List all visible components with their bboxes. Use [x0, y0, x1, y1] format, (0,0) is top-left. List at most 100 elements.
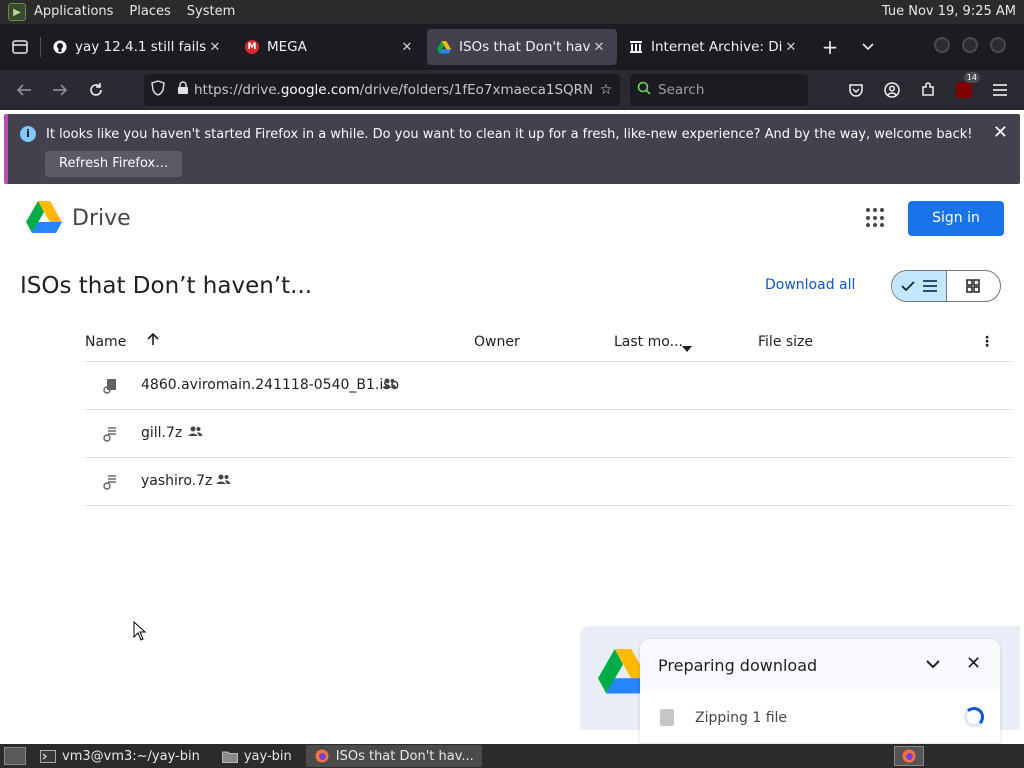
- column-header-name[interactable]: Name: [85, 334, 126, 350]
- list-all-tabs-button[interactable]: [849, 40, 887, 54]
- google-drive-logo-icon[interactable]: [26, 201, 62, 234]
- table-row[interactable]: 4860.aviromain.241118-0540_B1.iso: [85, 362, 1012, 410]
- tab-mega[interactable]: M MEGA ✕: [235, 29, 425, 65]
- file-name[interactable]: gill.7z: [141, 425, 182, 441]
- extension-badge: 14: [963, 72, 980, 83]
- url-path: /drive/folders/1fEo7xmaeca1SQRN9: [359, 82, 592, 98]
- lock-icon[interactable]: [172, 81, 194, 99]
- tab-github[interactable]: yay 12.4.1 still fails wit ✕: [43, 29, 233, 65]
- checkmark-icon: [901, 281, 915, 291]
- places-menu[interactable]: Places: [121, 0, 178, 24]
- hamburger-menu-icon[interactable]: [986, 76, 1014, 104]
- applications-menu-icon[interactable]: ▶: [8, 3, 26, 21]
- info-icon: i: [20, 126, 36, 142]
- folder-title: ISOs that Don’t haven’t...: [20, 273, 313, 299]
- ublock-origin-icon[interactable]: 14: [950, 72, 980, 104]
- search-bar[interactable]: Search: [630, 74, 808, 106]
- bookmark-star-icon[interactable]: ☆: [592, 82, 620, 98]
- minimize-window-button[interactable]: [934, 37, 950, 53]
- taskbar-item-label: ISOs that Don't hav...: [335, 748, 474, 764]
- grid-view-button[interactable]: [947, 271, 1001, 301]
- close-tab-icon[interactable]: ✕: [783, 40, 799, 55]
- sign-in-button[interactable]: Sign in: [908, 201, 1004, 236]
- show-desktop-icon[interactable]: [4, 747, 26, 765]
- close-tab-icon[interactable]: ✕: [591, 40, 607, 55]
- applications-menu[interactable]: Applications: [26, 0, 121, 24]
- reload-button[interactable]: [78, 74, 114, 106]
- notification-message: It looks like you haven't started Firefo…: [46, 127, 973, 142]
- tab-title: Internet Archive: Digit: [651, 39, 783, 55]
- window-controls: [934, 37, 1006, 53]
- tab-separator: [40, 37, 41, 57]
- taskbar-item-label: yay-bin: [243, 748, 292, 764]
- back-button[interactable]: [6, 74, 42, 106]
- shared-people-icon: [187, 425, 203, 441]
- download-item: Zipping 1 file: [640, 691, 1000, 743]
- close-window-button[interactable]: [990, 37, 1006, 53]
- tab-google-drive[interactable]: ISOs that Don't haven ✕: [427, 29, 617, 65]
- taskbar-item-firefox[interactable]: ISOs that Don't hav...: [305, 745, 482, 767]
- tab-internet-archive[interactable]: Internet Archive: Digit ✕: [619, 29, 809, 65]
- arrow-left-icon: [16, 84, 31, 96]
- search-placeholder: Search: [658, 82, 705, 98]
- file-list-table: Name Owner Last mo... File size ⋮ 4860.a…: [85, 326, 1012, 506]
- more-options-vertical-icon[interactable]: ⋮: [980, 334, 994, 350]
- file-name[interactable]: 4860.aviromain.241118-0540_B1.iso: [141, 377, 399, 393]
- list-view-button[interactable]: [892, 271, 947, 301]
- view-toggle: [891, 270, 1001, 302]
- caret-down-icon[interactable]: [682, 340, 692, 356]
- account-icon[interactable]: [878, 76, 906, 104]
- close-notification-icon[interactable]: ✕: [993, 122, 1008, 143]
- sort-arrow-up-icon[interactable]: [146, 332, 160, 350]
- github-icon: [53, 40, 67, 54]
- toolbar-right: 14: [842, 72, 1014, 106]
- collapse-panel-chevron-icon[interactable]: [926, 655, 940, 673]
- mega-icon: M: [245, 40, 259, 54]
- close-panel-icon[interactable]: ✕: [966, 653, 981, 674]
- tab-overview-button[interactable]: [0, 24, 40, 70]
- internet-archive-icon: [629, 40, 643, 54]
- file-name[interactable]: yashiro.7z: [141, 473, 212, 489]
- shared-people-icon: [381, 377, 397, 393]
- maximize-window-button[interactable]: [962, 37, 978, 53]
- refresh-firefox-notification: i It looks like you haven't started Fire…: [4, 114, 1020, 184]
- refresh-firefox-button[interactable]: Refresh Firefox…: [45, 151, 183, 177]
- column-header-file-size: File size: [758, 334, 814, 350]
- pocket-icon[interactable]: [842, 76, 870, 104]
- system-menu[interactable]: System: [179, 0, 243, 24]
- firefox-icon: [902, 749, 916, 763]
- taskbar-item-file-manager[interactable]: yay-bin: [214, 745, 300, 767]
- extensions-puzzle-icon[interactable]: [914, 76, 942, 104]
- table-row[interactable]: yashiro.7z: [85, 458, 1012, 506]
- list-icon: [922, 280, 937, 292]
- google-drive-icon: [437, 40, 451, 54]
- grid-icon: [966, 279, 980, 293]
- browser-tab-strip: yay 12.4.1 still fails wit ✕ M MEGA ✕ IS…: [0, 24, 1024, 70]
- google-apps-icon[interactable]: [866, 208, 886, 228]
- table-row[interactable]: gill.7z: [85, 410, 1012, 458]
- url-domain: google.com: [280, 82, 360, 98]
- forward-button[interactable]: [42, 74, 78, 106]
- reload-icon: [90, 83, 102, 96]
- tracking-protection-shield-icon[interactable]: [144, 80, 172, 100]
- tab-title: MEGA: [267, 39, 307, 55]
- search-engine-icon[interactable]: [630, 81, 658, 99]
- tab-overview-icon: [12, 40, 28, 54]
- address-bar[interactable]: https://drive.google.com/drive/folders/1…: [144, 74, 620, 106]
- taskbar-item-terminal[interactable]: vm3@vm3:~/yay-bin: [32, 745, 208, 767]
- new-tab-button[interactable]: +: [811, 35, 849, 59]
- download-status-text: Zipping 1 file: [695, 710, 788, 726]
- download-panel-title: Preparing download: [658, 656, 818, 675]
- close-tab-icon[interactable]: ✕: [207, 40, 223, 55]
- download-all-button[interactable]: Download all: [765, 277, 855, 293]
- ublock-shield-icon: [956, 82, 972, 98]
- archive-file-icon: [103, 425, 119, 443]
- close-tab-icon[interactable]: ✕: [399, 40, 415, 55]
- workspace-switcher[interactable]: [894, 746, 924, 766]
- arrow-right-icon: [53, 84, 68, 96]
- archive-file-icon: [103, 473, 119, 491]
- system-clock[interactable]: Tue Nov 19, 9:25 AM: [878, 0, 1020, 24]
- column-header-last-modified[interactable]: Last mo...: [614, 334, 683, 350]
- url-text[interactable]: https://drive.google.com/drive/folders/1…: [194, 82, 592, 98]
- drive-brand-name[interactable]: Drive: [72, 206, 131, 231]
